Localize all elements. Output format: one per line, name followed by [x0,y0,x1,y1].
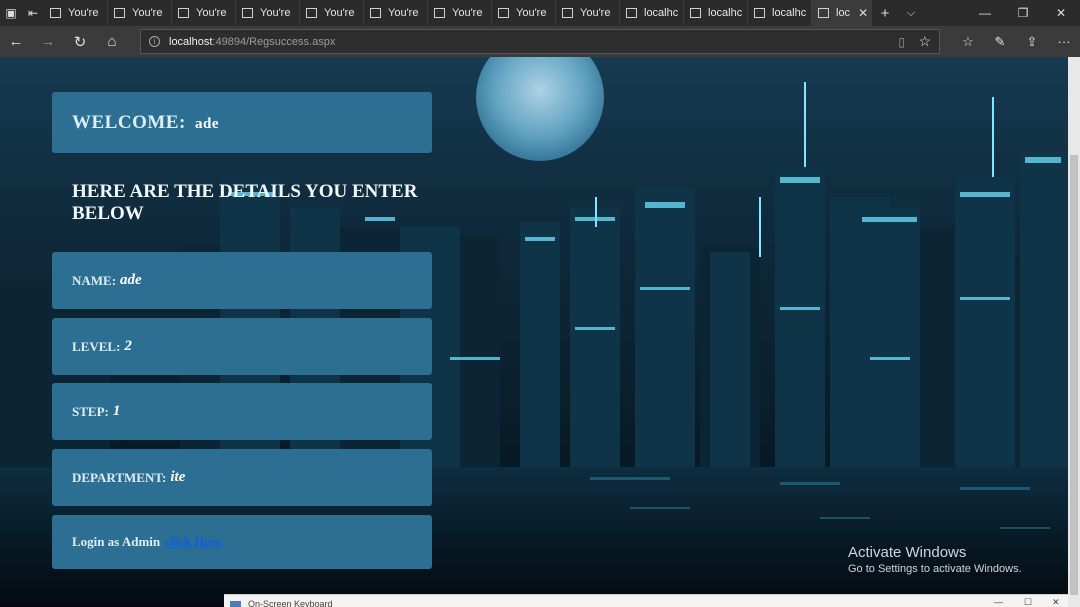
url-path: :49894/Regsuccess.aspx [212,35,336,48]
active-browser-tab[interactable]: loc ✕ [812,0,872,26]
osk-minimize-icon[interactable]: — [994,597,1003,607]
page-icon [306,8,317,18]
admin-login-text: Login as Admin [72,534,161,549]
page-icon [754,8,765,18]
favorites-hub-icon[interactable]: ☆ [952,26,984,57]
browser-tab[interactable]: localhc [748,0,812,26]
browser-tab[interactable]: You're [236,0,300,26]
welcome-label: WELCOME: [72,112,186,133]
admin-login-link[interactable]: click Here [165,534,221,550]
more-options-icon[interactable]: ··· [1048,26,1080,57]
keyboard-icon [230,601,241,607]
field-label: DEPARTMENT: [72,469,167,485]
browser-tab[interactable]: You're [556,0,620,26]
page-icon [690,8,701,18]
browser-tab[interactable]: You're [108,0,172,26]
page-icon [370,8,381,18]
back-arrow-icon[interactable]: ← [0,26,32,57]
new-tab-icon[interactable]: + [872,0,898,26]
moon [476,57,604,161]
name-field-panel: NAME: ade [52,252,432,309]
osk-title: On-Screen Keyboard [248,599,333,607]
web-note-pen-icon[interactable]: ✎ [984,26,1016,57]
on-screen-keyboard-window[interactable]: On-Screen Keyboard — ☐ ✕ [224,594,1068,607]
tab-actions-icon[interactable]: ▣ [0,0,22,26]
browser-nav-bar: ← → ↻ ⌂ i localhost:49894/Regsuccess.asp… [0,26,1080,57]
close-tab-icon[interactable]: ✕ [858,6,868,20]
favorite-star-icon[interactable]: ☆ [918,33,931,50]
page-icon [114,8,125,18]
field-value: ade [120,272,142,288]
address-bar[interactable]: i localhost:49894/Regsuccess.aspx ▯ ☆ [140,29,940,54]
reading-view-icon[interactable]: ▯ [898,35,905,49]
page-icon [434,8,445,18]
welcome-username: ade [195,116,220,132]
field-label: NAME: [72,272,117,288]
close-window-icon[interactable]: ✕ [1042,0,1080,26]
page-icon [50,8,61,18]
page-icon [818,8,829,18]
osk-maximize-icon[interactable]: ☐ [1024,597,1032,607]
level-field-panel: LEVEL: 2 [52,318,432,375]
page-icon [178,8,189,18]
step-field-panel: STEP: 1 [52,383,432,440]
tab-preview-chevron-icon[interactable]: ⌵ [898,0,924,26]
minimize-icon[interactable]: — [966,0,1004,26]
page-viewport: WELCOME: ade HERE ARE THE DETAILS YOU EN… [0,57,1068,607]
field-label: STEP: [72,403,109,419]
home-icon[interactable]: ⌂ [96,26,128,57]
page-icon [626,8,637,18]
restore-icon[interactable]: ❐ [1004,0,1042,26]
page-scrollbar[interactable] [1068,57,1080,607]
details-heading: HERE ARE THE DETAILS YOU ENTER BELOW [72,181,418,224]
activate-windows-watermark: Activate Windows Go to Settings to activ… [848,544,1022,575]
browser-tab[interactable]: localhc [620,0,684,26]
welcome-panel: WELCOME: ade [52,92,432,153]
page-icon [498,8,509,18]
browser-tab[interactable]: You're [172,0,236,26]
admin-login-panel: Login as Admin click Here [52,515,432,569]
field-value: ite [170,469,186,485]
page-icon [562,8,573,18]
browser-tab[interactable]: You're [492,0,556,26]
browser-tab-bar: ▣ ⇤ You're You're You're You're You're Y… [0,0,1080,26]
page-icon [242,8,253,18]
field-value: 2 [124,338,132,354]
department-field-panel: DEPARTMENT: ite [52,449,432,506]
field-label: LEVEL: [72,338,121,354]
browser-tab[interactable]: You're [300,0,364,26]
browser-tab[interactable]: You're [364,0,428,26]
refresh-icon[interactable]: ↻ [64,26,96,57]
field-value: 1 [112,403,121,419]
site-info-icon[interactable]: i [149,36,160,47]
browser-tab[interactable]: You're [428,0,492,26]
url-host: localhost [169,35,213,48]
scrollbar-thumb[interactable] [1070,155,1078,595]
share-icon[interactable]: ⇪ [1016,26,1048,57]
watermark-title: Activate Windows [848,544,967,561]
browser-tab[interactable]: localhc [684,0,748,26]
set-tabs-aside-icon[interactable]: ⇤ [22,0,44,26]
browser-tab[interactable]: You're [44,0,108,26]
forward-arrow-icon[interactable]: → [32,26,64,57]
osk-close-icon[interactable]: ✕ [1052,597,1060,607]
watermark-subtitle: Go to Settings to activate Windows. [848,563,1022,575]
